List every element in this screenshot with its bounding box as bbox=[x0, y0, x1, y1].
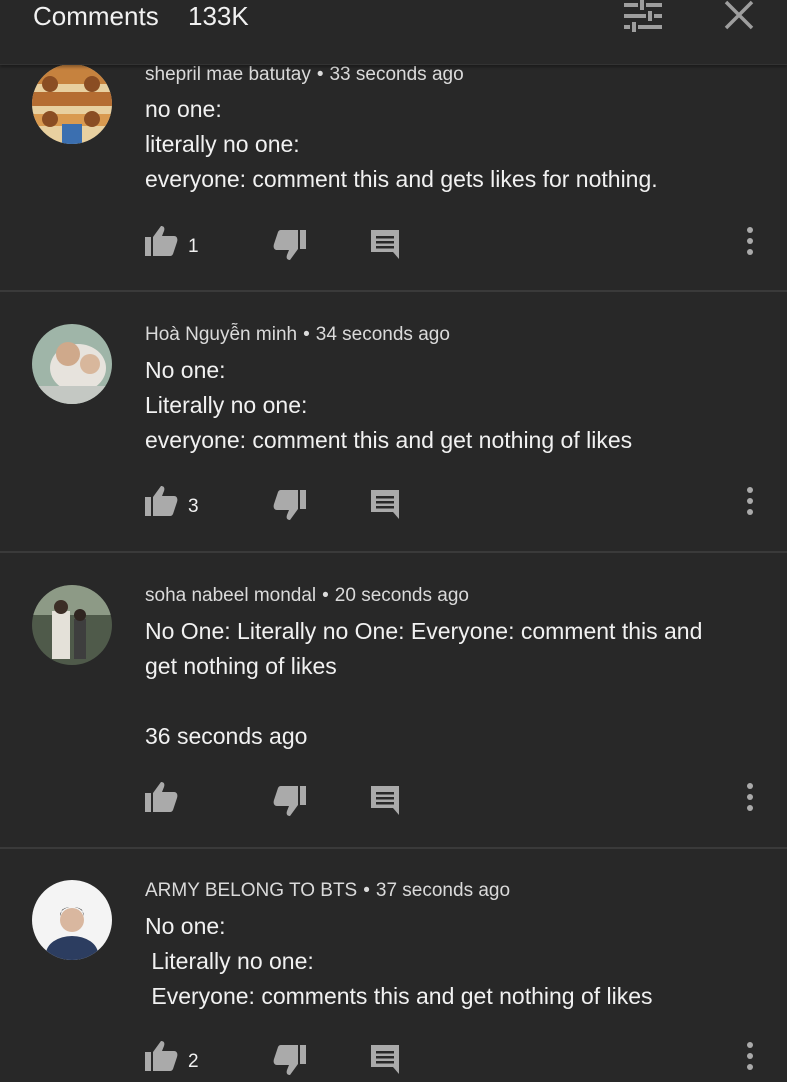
thumbs-down-icon[interactable] bbox=[272, 1043, 308, 1077]
reply-icon[interactable] bbox=[369, 488, 403, 520]
comment-text: No one: Literally no one: Everyone: comm… bbox=[145, 913, 653, 1009]
comment-time: 20 seconds ago bbox=[334, 585, 469, 606]
like-count: 3 bbox=[188, 496, 199, 517]
close-icon[interactable] bbox=[722, 0, 756, 34]
reply-icon[interactable] bbox=[369, 228, 403, 260]
comment-meta: Hoà Nguyễn minh • 34 seconds ago bbox=[145, 324, 450, 346]
more-vert-icon[interactable] bbox=[740, 224, 760, 260]
comment-item: soha nabeel mondal • 20 seconds ago No One… bbox=[0, 553, 787, 849]
thumbs-down-icon[interactable] bbox=[272, 488, 308, 522]
thumbs-down-icon[interactable] bbox=[272, 228, 308, 262]
avatar[interactable] bbox=[32, 880, 112, 960]
separator-dot: • bbox=[363, 880, 370, 901]
comment-meta: soha nabeel mondal • 20 seconds ago bbox=[145, 585, 469, 607]
reply-icon[interactable] bbox=[369, 784, 403, 816]
comment-item: ARMY BELONG TO BTS • 37 seconds ago No one… bbox=[0, 849, 787, 1080]
comment-actions: 3 bbox=[0, 484, 787, 524]
comment-time: 33 seconds ago bbox=[329, 64, 464, 85]
like-count: 1 bbox=[188, 236, 199, 257]
comments-header: Comments 133K bbox=[0, 0, 787, 65]
avatar[interactable] bbox=[32, 324, 112, 404]
more-vert-icon[interactable] bbox=[740, 1039, 760, 1075]
thumbs-up-icon[interactable] bbox=[143, 780, 179, 814]
comment-text: No one: Literally no one: everyone: comm… bbox=[145, 357, 633, 453]
comment-author[interactable]: Hoà Nguyễn minh bbox=[145, 324, 297, 345]
more-vert-icon[interactable] bbox=[740, 780, 760, 816]
comment-author[interactable]: soha nabeel mondal bbox=[145, 585, 316, 606]
more-vert-icon[interactable] bbox=[740, 484, 760, 520]
comment-author[interactable]: ARMY BELONG TO BTS bbox=[145, 880, 357, 901]
comment-text: no one: literally no one: everyone: comm… bbox=[145, 96, 658, 192]
reply-icon[interactable] bbox=[369, 1043, 403, 1075]
thumbs-up-icon[interactable] bbox=[143, 484, 179, 518]
avatar[interactable] bbox=[32, 585, 112, 665]
comment-item: shepril mae batutay • 33 seconds ago no on… bbox=[0, 64, 787, 292]
sort-filter-icon[interactable] bbox=[622, 0, 664, 34]
comment-text: No One: Literally no One: Everyone: comm… bbox=[145, 618, 703, 749]
comment-item: Hoà Nguyễn minh • 34 seconds ago No one: L… bbox=[0, 292, 787, 553]
comment-actions: 2 bbox=[0, 1039, 787, 1079]
separator-dot: • bbox=[322, 585, 329, 606]
comment-actions: 1 bbox=[0, 224, 787, 264]
separator-dot: • bbox=[316, 64, 324, 85]
comment-author[interactable]: shepril mae batutay bbox=[145, 64, 311, 85]
thumbs-down-icon[interactable] bbox=[272, 784, 308, 818]
comment-time: 34 seconds ago bbox=[315, 324, 450, 345]
thumbs-up-icon[interactable] bbox=[143, 224, 179, 258]
like-count: 2 bbox=[188, 1051, 199, 1072]
comments-count: 133K bbox=[188, 1, 249, 31]
comment-time: 37 seconds ago bbox=[375, 880, 511, 901]
comments-title: Comments bbox=[33, 1, 159, 31]
separator-dot: • bbox=[303, 324, 310, 345]
comment-meta: shepril mae batutay • 33 seconds ago bbox=[145, 64, 464, 86]
thumbs-up-icon[interactable] bbox=[143, 1039, 179, 1073]
comment-meta: ARMY BELONG TO BTS • 37 seconds ago bbox=[145, 880, 510, 902]
avatar[interactable] bbox=[32, 64, 112, 144]
comment-actions bbox=[0, 780, 787, 820]
